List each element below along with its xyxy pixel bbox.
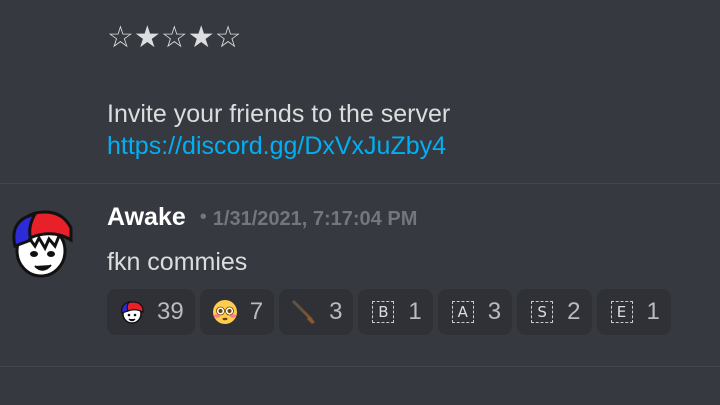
reaction-count: 1 — [646, 298, 660, 325]
chat-panel: ☆★☆★☆ Invite your friends to the server … — [0, 0, 720, 405]
star-4: ★ — [187, 20, 215, 55]
previous-message: ☆★☆★☆ Invite your friends to the server … — [107, 18, 450, 162]
star-rating: ☆★☆★☆ — [107, 18, 450, 58]
letter-e-icon: E — [610, 301, 633, 323]
reaction-count: 7 — [249, 298, 264, 325]
avatar[interactable] — [5, 206, 79, 280]
reaction-flushed[interactable]: 7 — [199, 289, 275, 335]
reaction-count: 3 — [487, 298, 502, 325]
star-1: ☆ — [107, 20, 134, 55]
invite-link[interactable]: https://discord.gg/DxVxJuZby4 — [107, 130, 450, 162]
letter-b-icon: B — [372, 301, 395, 323]
timestamp: 1/31/2021, 7:17:04 PM — [212, 208, 418, 230]
username[interactable]: Awake — [107, 203, 186, 232]
rifle-icon — [290, 298, 318, 326]
custom-face-emoji-icon — [118, 298, 146, 326]
reaction-letter-e[interactable]: E 1 — [596, 289, 671, 335]
reaction-custom-face[interactable]: 39 — [107, 289, 195, 335]
star-3: ☆ — [160, 20, 188, 55]
separator-dot: • — [199, 206, 207, 228]
reaction-count: 39 — [157, 298, 184, 325]
flushed-face-icon — [211, 298, 239, 326]
letter-a-icon: A — [451, 301, 474, 323]
star-2: ★ — [133, 20, 161, 55]
invite-text: Invite your friends to the server — [107, 100, 451, 128]
reaction-count: 1 — [408, 298, 422, 325]
message: Awake • 1/31/2021, 7:17:04 PM fkn commie… — [107, 203, 720, 335]
reaction-letter-a[interactable]: A 3 — [437, 289, 513, 335]
reaction-letter-s[interactable]: S 2 — [517, 289, 592, 335]
reaction-count: 2 — [567, 298, 581, 325]
letter-s-icon: S — [531, 301, 554, 323]
star-5: ☆ — [214, 20, 242, 55]
reaction-rifle[interactable]: 3 — [279, 289, 354, 335]
message-content: fkn commies — [107, 248, 248, 276]
message-divider — [0, 366, 720, 367]
reaction-count: 3 — [329, 298, 343, 325]
reaction-letter-b[interactable]: B 1 — [358, 289, 433, 335]
message-divider — [0, 183, 720, 184]
reactions-bar: 39 7 3 B 1 A 3 S 2 E 1 — [107, 289, 720, 335]
message-header: Awake • 1/31/2021, 7:17:04 PM — [107, 203, 720, 239]
